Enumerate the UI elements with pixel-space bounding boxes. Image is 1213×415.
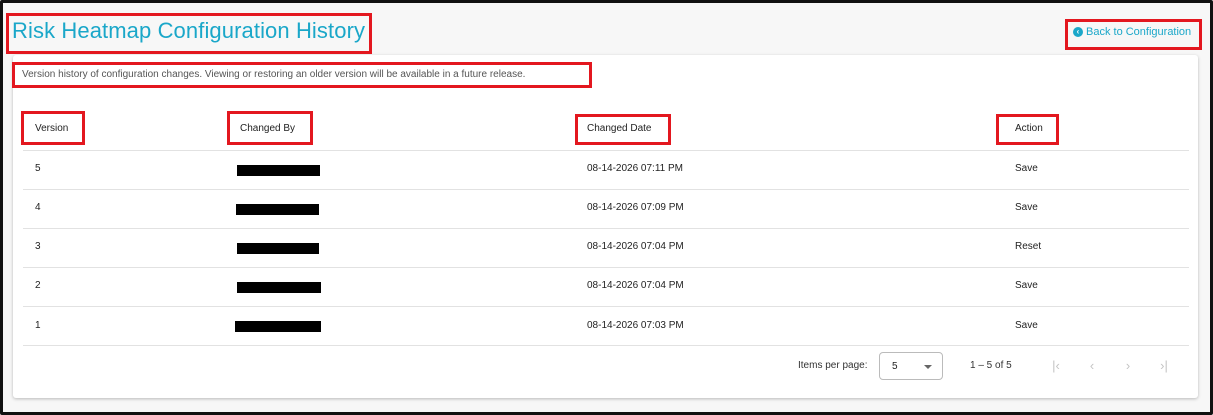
highlight-box	[1065, 19, 1202, 50]
redacted-changed-by	[235, 321, 321, 332]
redacted-changed-by	[237, 282, 321, 293]
history-card	[13, 55, 1198, 398]
version-cell: 4	[35, 202, 41, 213]
highlight-box	[12, 62, 592, 88]
redacted-changed-by	[237, 165, 320, 176]
row-divider	[23, 267, 1189, 268]
changed-date-cell: 08-14-2026 07:03 PM	[587, 320, 684, 331]
dropdown-caret-icon	[924, 365, 932, 369]
chevron-left-icon: ‹	[1089, 358, 1095, 373]
version-cell: 5	[35, 163, 41, 174]
changed-date-cell: 08-14-2026 07:11 PM	[587, 163, 683, 174]
changed-date-cell: 08-14-2026 07:04 PM	[587, 280, 684, 291]
action-cell: Save	[1015, 202, 1038, 213]
last-page-icon: ›|	[1160, 358, 1168, 373]
action-cell: Save	[1015, 163, 1038, 174]
row-divider	[23, 306, 1189, 307]
highlight-box	[227, 111, 313, 145]
first-page-icon: |‹	[1052, 358, 1060, 373]
page-range-label: 1 – 5 of 5	[970, 360, 1012, 371]
version-cell: 3	[35, 241, 41, 252]
page-size-value: 5	[892, 361, 898, 372]
page-size-select[interactable]: 5	[879, 352, 943, 380]
highlight-box	[6, 13, 372, 54]
action-cell: Save	[1015, 280, 1038, 291]
redacted-changed-by	[237, 243, 319, 254]
action-cell: Save	[1015, 320, 1038, 331]
highlight-box	[575, 114, 671, 145]
version-cell: 1	[35, 320, 41, 331]
header-divider	[23, 150, 1189, 151]
row-divider	[23, 345, 1189, 346]
redacted-changed-by	[236, 204, 319, 215]
chevron-right-icon: ›	[1125, 358, 1131, 373]
action-cell: Reset	[1015, 241, 1042, 252]
previous-page-button[interactable]: ‹	[1083, 356, 1101, 376]
row-divider	[23, 189, 1189, 190]
row-divider	[23, 228, 1189, 229]
items-per-page-label: Items per page:	[798, 360, 868, 371]
changed-date-cell: 08-14-2026 07:04 PM	[587, 241, 684, 252]
last-page-button[interactable]: ›|	[1155, 356, 1173, 376]
highlight-box	[21, 111, 85, 145]
next-page-button[interactable]: ›	[1119, 356, 1137, 376]
changed-date-cell: 08-14-2026 07:09 PM	[587, 202, 684, 213]
version-cell: 2	[35, 280, 41, 291]
highlight-box	[996, 114, 1059, 145]
first-page-button[interactable]: |‹	[1047, 356, 1065, 376]
